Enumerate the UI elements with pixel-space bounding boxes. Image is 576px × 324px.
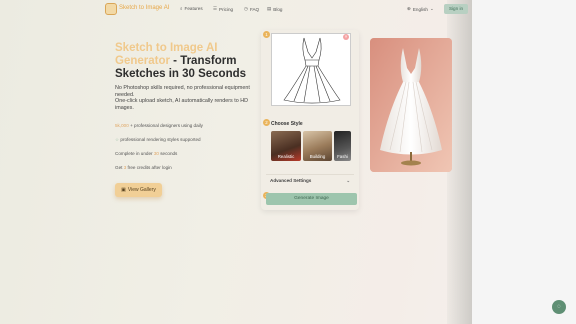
top-nav: Sketch to Image AI ⌕ Features ☰ Pricing … [0, 0, 472, 18]
stat-credits-num: 3 [123, 165, 127, 170]
stat-styles: ☆ professional rendering styles supporte… [115, 137, 201, 143]
choose-style-label: Choose Style [271, 121, 303, 127]
style-realistic-label: Realistic [277, 154, 295, 159]
nav-faq[interactable]: ◷ FAQ [244, 6, 259, 12]
nav-faq-label: FAQ [249, 6, 260, 12]
brand-name[interactable]: Sketch to Image AI [119, 5, 169, 11]
dress-sketch-image [283, 37, 341, 104]
language-select[interactable]: ⊕ English ⌄ [407, 6, 434, 12]
close-icon[interactable]: × [343, 34, 349, 40]
stat-speed-pre: Complete in under [115, 151, 153, 156]
nav-pricing-label: Pricing [219, 6, 234, 12]
logo-icon[interactable] [105, 3, 117, 15]
stat-designers-text: + professional designers using daily [130, 123, 203, 128]
step-1-badge: 1 [263, 31, 270, 38]
generate-image-button[interactable]: Generate Image [266, 193, 357, 205]
style-card-realistic[interactable]: Realistic [271, 131, 301, 161]
stat-credits-post: free credits after login [127, 165, 172, 170]
hero-description: No Photoshop skills required, no profess… [115, 85, 255, 111]
nav-features-label: Features [184, 6, 203, 11]
style-card-fashion[interactable]: Fashi [334, 131, 351, 161]
hero-title: Sketch to Image AI Generator - Transform… [115, 42, 250, 81]
language-label: English [412, 6, 428, 12]
style-card-building[interactable]: Building [303, 131, 332, 161]
view-gallery-button[interactable]: ▣ View Gallery [115, 183, 162, 197]
star-icon: ☆ [115, 137, 120, 142]
right-margin [472, 0, 576, 324]
stat-credits: Get 3 free credits after login [115, 165, 172, 170]
advanced-settings-label: Advanced Settings [270, 178, 312, 183]
result-image [370, 38, 452, 172]
globe-icon: ⊕ [407, 6, 411, 11]
advanced-settings-toggle[interactable]: Advanced Settings ⌄ [266, 174, 354, 186]
view-gallery-label: View Gallery [127, 187, 156, 193]
hero-desc-line1: No Photoshop skills required, no profess… [115, 85, 250, 98]
step-2-badge: 2 [263, 119, 270, 126]
stat-styles-text: professional rendering styles supported [120, 137, 201, 142]
stat-speed-num: 30 [153, 151, 159, 156]
clock-icon: ◷ [244, 6, 248, 11]
stat-designers-num: 5k,000 [115, 123, 129, 128]
chevron-down-icon: ⌄ [429, 6, 434, 11]
hero-desc-line2: One-click upload sketch, AI automaticall… [115, 98, 249, 111]
chevron-down-icon: ⌄ [346, 178, 350, 183]
search-icon: ⌕ [180, 6, 183, 11]
stat-speed: Complete in under 30 seconds [115, 151, 177, 156]
nav-blog-label: Blog [273, 6, 283, 12]
dress-result-image [370, 38, 452, 172]
document-icon: ▤ [267, 6, 272, 11]
stat-designers: 5k,000 + professional designers using da… [115, 123, 203, 128]
nav-features[interactable]: ⌕ Features [180, 6, 203, 11]
list-icon: ☰ [213, 6, 218, 11]
stat-speed-post: seconds [160, 151, 178, 156]
nav-pricing[interactable]: ☰ Pricing [213, 6, 233, 12]
style-building-label: Building [309, 154, 326, 159]
sign-in-button[interactable]: Sign in [444, 4, 468, 14]
sketch-upload-area[interactable] [271, 33, 351, 106]
stat-credits-pre: Get [115, 165, 123, 170]
nav-blog[interactable]: ▤ Blog [267, 6, 282, 12]
chat-icon[interactable]: ◌ [552, 300, 566, 314]
style-fashion-label: Fashi [337, 154, 348, 159]
gallery-icon: ▣ [121, 187, 126, 193]
